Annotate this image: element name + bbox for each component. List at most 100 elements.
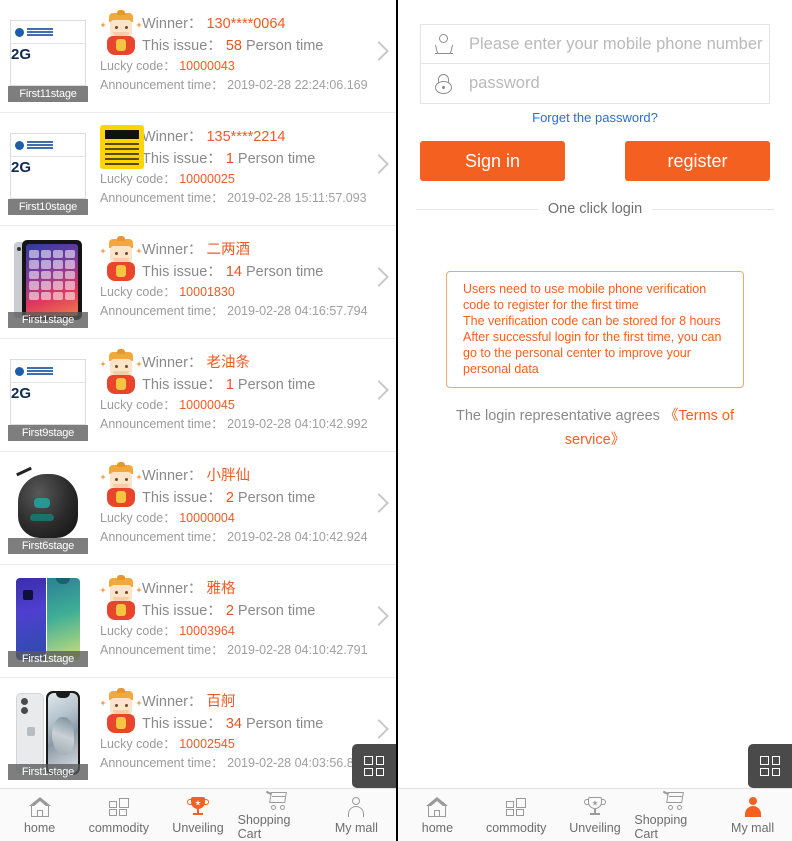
announcement-time-value: 2019-02-28 04:16:57.794 [227,304,368,318]
winner-row[interactable]: First1stage Winner： 百舸 This issue： 34 Pers… [0,678,396,791]
lucky-code-value: 10003964 [179,624,235,638]
product-thumbnail[interactable]: 2G First9stage [6,347,90,443]
agreement-prefix: The login representative agrees [455,408,660,424]
unveiling-panel: 2G First11stage Winner： 130****0064 This is… [0,0,396,841]
tab-commodity[interactable]: commodity [477,789,556,841]
announcement-time-line: Announcement time： 2019-02-28 04:03:56.8… [100,756,367,770]
winner-name: 百舸 [206,694,236,710]
sign-in-button[interactable]: Sign in [420,141,565,181]
issue-count: 58 [225,38,242,54]
winner-line: Winner： 135****2214 [142,129,286,145]
product-thumbnail[interactable]: 2G First10stage [6,121,90,217]
announcement-time-line: Announcement time： 2019-02-28 22:24:06.1… [100,78,368,92]
stage-badge: First6stage [8,538,88,554]
issue-line: This issue： 14 Person time [142,264,324,280]
announcement-time-value: 2019-02-28 04:10:42.992 [227,417,368,431]
tab-label: commodity [485,821,547,835]
winner-info: Winner： 雅格 This issue： 2 Person time Lucky… [90,573,396,660]
issue-count: 1 [225,377,234,393]
lucky-code-value: 10000025 [179,172,235,186]
announcement-time-line: Announcement time： 2019-02-28 15:11:57.0… [100,191,367,205]
announcement-time-line: Announcement time： 2019-02-28 04:10:42.9… [100,530,368,544]
announcement-time-line: Announcement time： 2019-02-28 04:10:42.7… [100,643,368,657]
winner-row[interactable]: First6stage Winner： 小胖仙 This issue： 2 Pers… [0,452,396,565]
notice-line: The verification code can be stored for … [463,314,721,328]
winner-line: Winner： 二两酒 [142,242,250,258]
password-input[interactable] [467,63,769,104]
tab-label: My mall [731,821,775,835]
winner-line: Winner： 雅格 [142,581,236,597]
cart-icon [661,789,687,811]
product-thumbnail[interactable]: First1stage [6,686,90,782]
tab-home[interactable]: home [0,789,79,841]
login-panel: Forget the password? Sign in register On… [396,0,792,841]
tab-my-mall[interactable]: My mall [317,789,396,841]
tab-unveiling[interactable]: Unveiling [158,789,237,841]
winner-name: 老油条 [206,355,250,371]
floating-grid-button[interactable] [352,744,396,788]
lucky-code-line: Lucky code： 10001830 [100,285,235,299]
phone-field-wrap[interactable] [420,24,770,64]
lucky-code-value: 10002545 [179,737,235,751]
lucky-code-line: Lucky code： 10000025 [100,172,235,186]
auth-buttons: Sign in register [420,141,770,181]
product-thumbnail[interactable]: First1stage [6,234,90,330]
winner-row[interactable]: 2G First9stage Winner： 老油条 This issue： 1 Pe… [0,339,396,452]
bottom-tabbar[interactable]: home commodity Unveiling Shopping Cart My ma… [398,788,792,841]
tab-label: Shopping Cart [237,813,291,841]
issue-count: 2 [225,603,234,619]
divider-line-right [652,208,775,210]
home-icon [424,795,450,819]
tab-my-mall[interactable]: My mall [713,789,792,841]
lucky-code-line: Lucky code： 10003964 [100,624,235,638]
announcement-time-line: Announcement time： 2019-02-28 04:10:42.9… [100,417,368,431]
announcement-time-value: 2019-02-28 04:10:42.791 [227,643,368,657]
winner-line: Winner： 小胖仙 [142,468,250,484]
notice-line: Users need to use mobile phone verificat… [463,282,707,312]
winner-info: Winner： 135****2214 This issue： 1 Person … [90,121,396,208]
product-image-sim-card: 2G [10,20,86,86]
product-thumbnail[interactable]: First1stage [6,573,90,669]
winner-row[interactable]: 2G First11stage Winner： 130****0064 This is… [0,0,396,113]
tab-unveiling[interactable]: Unveiling [556,789,635,841]
winner-avatar-god-of-fortune [100,575,142,621]
home-icon [27,795,53,819]
issue-count: 2 [225,490,234,506]
product-thumbnail[interactable]: First6stage [6,460,90,556]
product-thumbnail[interactable]: 2G First11stage [6,8,90,104]
issue-line: This issue： 1 Person time [142,377,316,393]
issue-line: This issue： 2 Person time [142,603,316,619]
winner-info: Winner： 百舸 This issue： 34 Person time Luck… [90,686,396,773]
floating-grid-button[interactable] [748,744,792,788]
winner-row[interactable]: First1stage Winner： 二两酒 This issue： 14 Per… [0,226,396,339]
tab-label: Unveiling [569,821,621,835]
product-image-tablet [14,240,82,320]
tab-shopping-cart[interactable]: Shopping Cart [634,789,713,841]
app-screen: 2G First11stage Winner： 130****0064 This is… [0,0,792,841]
winner-name: 小胖仙 [206,468,250,484]
winner-row[interactable]: First1stage Winner： 雅格 This issue： 2 Perso… [0,565,396,678]
tab-shopping-cart[interactable]: Shopping Cart [238,789,317,841]
lucky-code-line: Lucky code： 10000004 [100,511,235,525]
forgot-password-link[interactable]: Forget the password? [398,110,792,125]
tab-commodity[interactable]: commodity [79,789,158,841]
trophy-icon [185,795,211,819]
tab-label: My mall [334,821,378,835]
login-form: Forget the password? Sign in register On… [398,0,792,788]
password-field-wrap[interactable] [420,63,770,104]
stage-badge: First1stage [8,764,88,780]
stage-badge: First1stage [8,312,88,328]
grid-icon [760,756,780,776]
bottom-tabbar[interactable]: home commodity Unveiling Shopping Cart My ma… [0,788,396,841]
phone-input[interactable] [467,24,769,64]
winner-row[interactable]: 2G First10stage Winner： 135****2214 This is… [0,113,396,226]
agreement-text: The login representative agrees 《Terms o… [454,404,736,452]
tab-label: home [421,821,454,835]
grid-squares-icon [106,795,132,819]
one-click-login-label: One click login [547,201,643,217]
grid-icon [364,756,384,776]
register-button[interactable]: register [625,141,770,181]
winners-list[interactable]: 2G First11stage Winner： 130****0064 This is… [0,0,396,791]
lucky-code-value: 10001830 [179,285,235,299]
tab-home[interactable]: home [398,789,477,841]
